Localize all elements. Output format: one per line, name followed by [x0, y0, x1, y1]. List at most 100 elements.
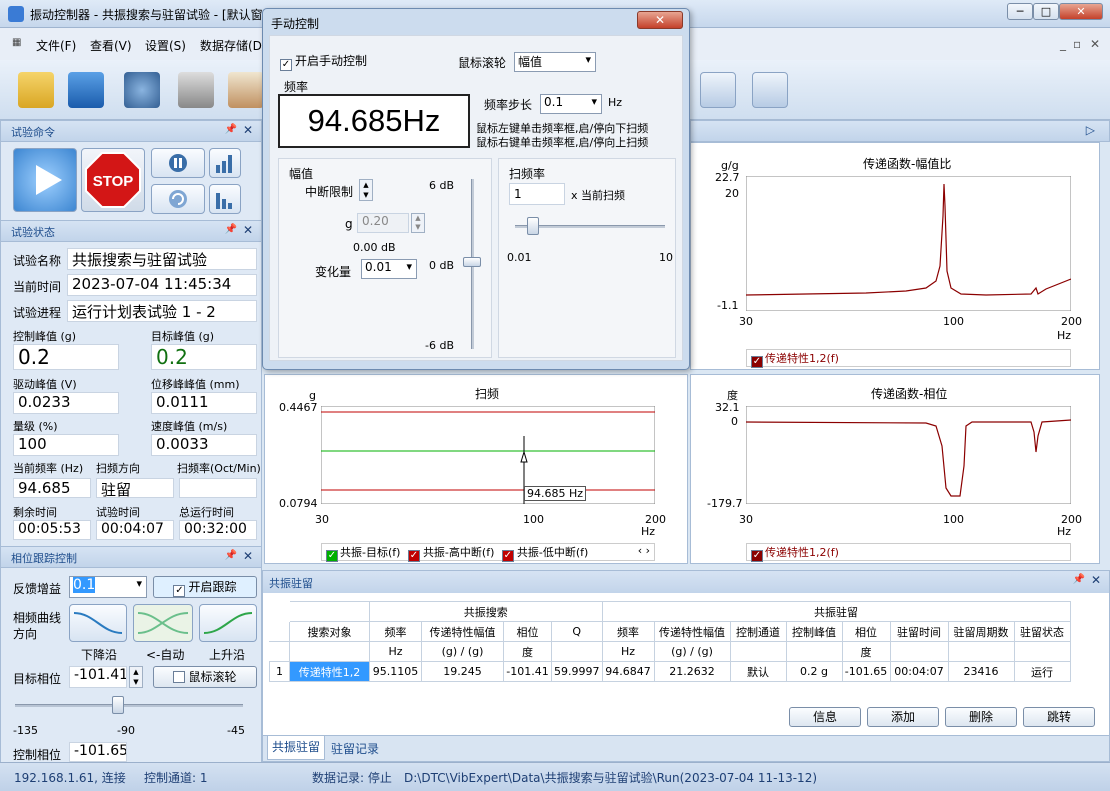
table-group-row: 共振搜索 共振驻留 — [270, 601, 1071, 622]
panel-close-icon[interactable]: ✕ — [243, 223, 253, 237]
track-checkbox[interactable]: ✓ — [173, 585, 186, 597]
row-dwell-amp: 21.2632 — [653, 661, 731, 682]
legend-nav-icon[interactable]: ‹ › — [638, 544, 650, 557]
disp-peak-value: 0.0111 — [151, 392, 257, 414]
pause-button[interactable] — [151, 148, 205, 178]
up-edge-label: 上升沿 — [209, 648, 246, 662]
fit-icon[interactable] — [752, 72, 788, 108]
amp-slider-thumb[interactable] — [463, 257, 481, 267]
dialog-title: 手动控制 — [271, 17, 320, 31]
g-input[interactable]: 0.20 — [357, 213, 409, 233]
pin-icon[interactable]: 📌 — [225, 224, 237, 235]
menu-file[interactable]: 文件(F) — [36, 37, 76, 54]
row-phase: -101.41 — [503, 661, 552, 682]
dialog-close-button[interactable]: ✕ — [637, 11, 683, 29]
phase-legend-check[interactable]: ✓ — [751, 550, 763, 562]
panel-close-icon[interactable]: ✕ — [1091, 573, 1101, 587]
jump-button[interactable]: 跳转 — [1023, 707, 1095, 727]
device-icon[interactable] — [178, 72, 214, 108]
maximize-button[interactable]: □ — [1033, 3, 1059, 20]
table-row[interactable]: 1 传递特性1,2 95.1105 19.245 -101.41 59.9997… — [269, 661, 1071, 682]
menu-settings[interactable]: 设置(S) — [145, 37, 186, 54]
wheel-checkbox[interactable] — [173, 671, 186, 683]
phase-panel-header: 相位跟踪控制 📌 ✕ — [0, 546, 262, 568]
level-down-button[interactable] — [209, 184, 241, 214]
panel-close-icon[interactable]: ✕ — [243, 123, 253, 137]
change-select[interactable]: 0.01 — [361, 259, 417, 279]
mdi-close-icon[interactable]: ✕ — [1090, 37, 1100, 51]
col-cycles: 驻留周期数 — [947, 621, 1015, 642]
enable-manual-checkbox[interactable]: ✓ — [280, 59, 292, 71]
freq-group-label: 频率 — [284, 80, 309, 94]
pin-icon[interactable]: 📌 — [1073, 574, 1085, 585]
panel-close-icon[interactable]: ✕ — [243, 549, 253, 563]
down-edge-button[interactable] — [69, 604, 127, 642]
legend-target-check[interactable]: ✓ — [326, 550, 338, 562]
abort-spinner[interactable]: ▲ ▼ — [359, 179, 373, 201]
phase-slider-track[interactable] — [15, 704, 243, 707]
level-up-button[interactable] — [209, 148, 241, 178]
pin-icon[interactable]: 📌 — [225, 550, 237, 561]
table-header-row: 搜索对象 频率 传递特性幅值 相位 Q 频率 传递特性幅值 控制通道 控制峰值 … — [269, 621, 1071, 642]
down-edge-icon — [73, 612, 123, 634]
track-toggle[interactable]: ✓ 开启跟踪 — [153, 576, 257, 598]
phase-slider-thumb[interactable] — [112, 696, 125, 714]
info-button[interactable]: 信息 — [789, 707, 861, 727]
step-select[interactable]: 0.1 — [540, 94, 602, 114]
row-target[interactable]: 传递特性1,2 — [289, 661, 370, 682]
tab-dwell[interactable]: 共振驻留 — [267, 736, 325, 760]
ctrl-peak-value: 0.2 — [13, 344, 119, 370]
vel-peak-value: 0.0033 — [151, 434, 257, 456]
enable-manual-toggle[interactable]: ✓ 开启手动控制 — [280, 52, 367, 71]
add-button[interactable]: 添加 — [867, 707, 939, 727]
freq-display[interactable]: 94.685Hz — [278, 94, 470, 148]
rate-max: 10 — [659, 251, 673, 264]
resonance-title: 共振驻留 — [269, 577, 313, 590]
wheel-mode-select[interactable]: 幅值 — [514, 52, 596, 72]
close-button[interactable]: ✕ — [1059, 3, 1103, 20]
wheel-toggle[interactable]: 鼠标滚轮 — [153, 666, 257, 688]
col-channel: 控制通道 — [729, 621, 787, 642]
sweep-legend: ✓ 共振-目标(f) ✓ 共振-高中断(f) ✓ 共振-低中断(f) ‹ › — [321, 543, 655, 562]
resonance-tabs: 共振驻留 驻留记录 — [263, 735, 1109, 761]
legend-high-check[interactable]: ✓ — [407, 550, 420, 562]
stop-icon: STOP — [85, 152, 141, 208]
open-icon[interactable] — [18, 72, 54, 108]
target-phase-input[interactable]: -101.41 — [69, 666, 127, 688]
up-edge-button[interactable] — [199, 604, 257, 642]
svg-text:STOP: STOP — [93, 173, 134, 190]
zoom-icon[interactable] — [700, 72, 736, 108]
legend-low-check[interactable]: ✓ — [501, 550, 514, 562]
mdi-minimize-icon[interactable]: _ — [1060, 37, 1066, 51]
row-dwell-phase: -101.65 — [841, 661, 891, 682]
save-icon[interactable] — [68, 72, 104, 108]
mdi-restore-icon[interactable]: ▫ — [1073, 37, 1081, 51]
gear-icon[interactable] — [124, 72, 160, 108]
gain-select[interactable]: 0.1 — [69, 576, 147, 598]
rate-input[interactable]: 1 — [509, 183, 565, 205]
menu-data[interactable]: 数据存储(D) — [200, 37, 267, 54]
row-ctrl-peak: 0.2 g — [785, 661, 843, 682]
play-button[interactable] — [13, 148, 77, 212]
phase-panel-title: 相位跟踪控制 — [11, 552, 77, 565]
minimize-button[interactable]: ─ — [1007, 3, 1033, 20]
target-phase-spinner[interactable]: ▲ ▼ — [129, 666, 143, 688]
abort-label: 中断限制 — [305, 185, 354, 199]
unit-cell: 度 — [503, 641, 552, 662]
stop-button[interactable]: STOP — [81, 148, 145, 212]
resume-button[interactable] — [151, 184, 205, 214]
rate-slider-thumb[interactable] — [527, 217, 539, 235]
tab-dwell-record[interactable]: 驻留记录 — [331, 740, 379, 757]
pin-icon[interactable]: 📌 — [225, 124, 237, 135]
delete-button[interactable]: 删除 — [945, 707, 1017, 727]
phase-panel: 反馈增益 0.1 ✓开启跟踪 相频曲线方向 下降沿 <-自动 上升沿 目标相位 … — [0, 568, 262, 762]
menu-view[interactable]: 查看(V) — [90, 37, 132, 54]
progress-label: 试验进程 — [13, 306, 62, 320]
g-spinner[interactable]: ▲ ▼ — [411, 213, 425, 233]
chevron-right-icon[interactable]: ▷ — [1086, 123, 1095, 137]
level-label: 量级 (%) — [13, 420, 58, 433]
mag-legend-check[interactable]: ✓ — [751, 356, 763, 368]
report-icon[interactable] — [228, 72, 264, 108]
auto-button[interactable] — [133, 604, 193, 642]
remain-value: 00:05:53 — [13, 520, 91, 540]
